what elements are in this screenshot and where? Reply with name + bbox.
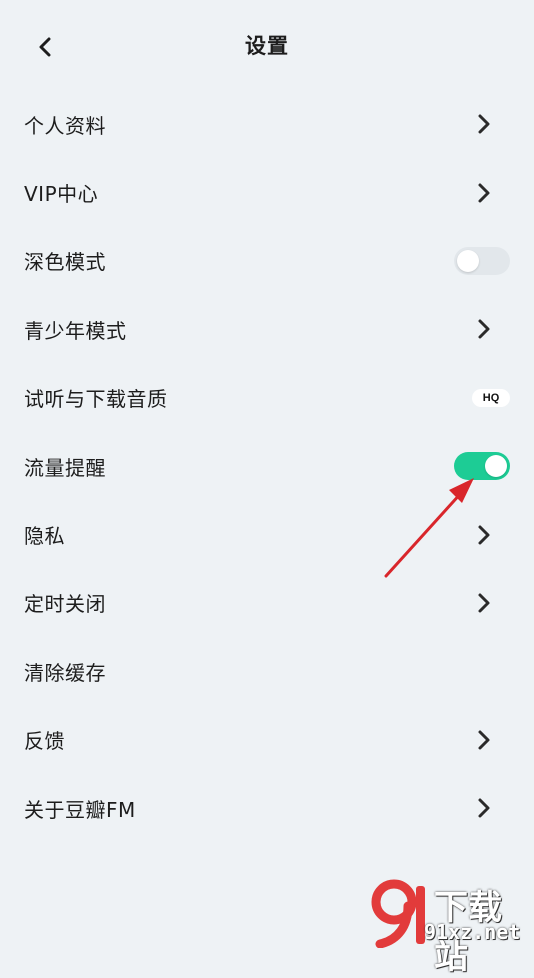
site-watermark: 下载站 91xz.net bbox=[364, 878, 534, 977]
settings-item-label: 青少年模式 bbox=[24, 318, 127, 343]
settings-item-profile[interactable]: 个人资料 bbox=[0, 90, 534, 158]
settings-item-label: 深色模式 bbox=[24, 250, 106, 275]
page-title: 设置 bbox=[245, 34, 289, 58]
chevron-right-icon bbox=[478, 525, 490, 545]
settings-item-about[interactable]: 关于豆瓣FM bbox=[0, 774, 534, 842]
settings-item-label: 关于豆瓣FM bbox=[24, 797, 136, 822]
settings-item-clear-cache[interactable]: 清除缓存 bbox=[0, 637, 534, 705]
chevron-right-icon bbox=[478, 730, 490, 750]
settings-item-audio-quality[interactable]: 试听与下载音质 HQ bbox=[0, 364, 534, 432]
settings-item-label: 隐私 bbox=[24, 524, 65, 549]
watermark-url: 91xz.net bbox=[424, 920, 521, 944]
chevron-right-icon bbox=[478, 593, 490, 613]
settings-list: 个人资料 VIP中心 深色模式 青少年模式 试听与下载音质 HQ 流量提醒 隐私… bbox=[0, 90, 534, 842]
settings-item-dark-mode: 深色模式 bbox=[0, 227, 534, 295]
chevron-right-icon bbox=[478, 319, 490, 339]
settings-item-label: 反馈 bbox=[24, 729, 65, 754]
settings-item-privacy[interactable]: 隐私 bbox=[0, 500, 534, 568]
header-bar: 设置 bbox=[0, 0, 534, 96]
toggle-knob bbox=[457, 249, 479, 272]
chevron-right-icon bbox=[478, 798, 490, 818]
settings-item-vip[interactable]: VIP中心 bbox=[0, 158, 534, 226]
settings-item-label: 清除缓存 bbox=[24, 660, 106, 685]
settings-item-label: 试听与下载音质 bbox=[24, 387, 168, 412]
settings-item-data-alert: 流量提醒 bbox=[0, 432, 534, 500]
watermark-logo bbox=[371, 879, 425, 948]
data-alert-toggle[interactable] bbox=[454, 452, 510, 481]
settings-item-label: 流量提醒 bbox=[24, 455, 106, 480]
settings-item-label: 定时关闭 bbox=[24, 592, 106, 617]
quality-badge: HQ bbox=[472, 388, 510, 407]
settings-item-label: VIP中心 bbox=[24, 182, 99, 207]
settings-item-label: 个人资料 bbox=[24, 113, 106, 138]
toggle-knob bbox=[485, 455, 507, 478]
chevron-right-icon bbox=[478, 114, 490, 134]
settings-item-feedback[interactable]: 反馈 bbox=[0, 706, 534, 774]
dark-mode-toggle[interactable] bbox=[454, 246, 510, 275]
settings-item-sleep-timer[interactable]: 定时关闭 bbox=[0, 569, 534, 637]
settings-item-teen-mode[interactable]: 青少年模式 bbox=[0, 295, 534, 363]
chevron-right-icon bbox=[478, 183, 490, 203]
